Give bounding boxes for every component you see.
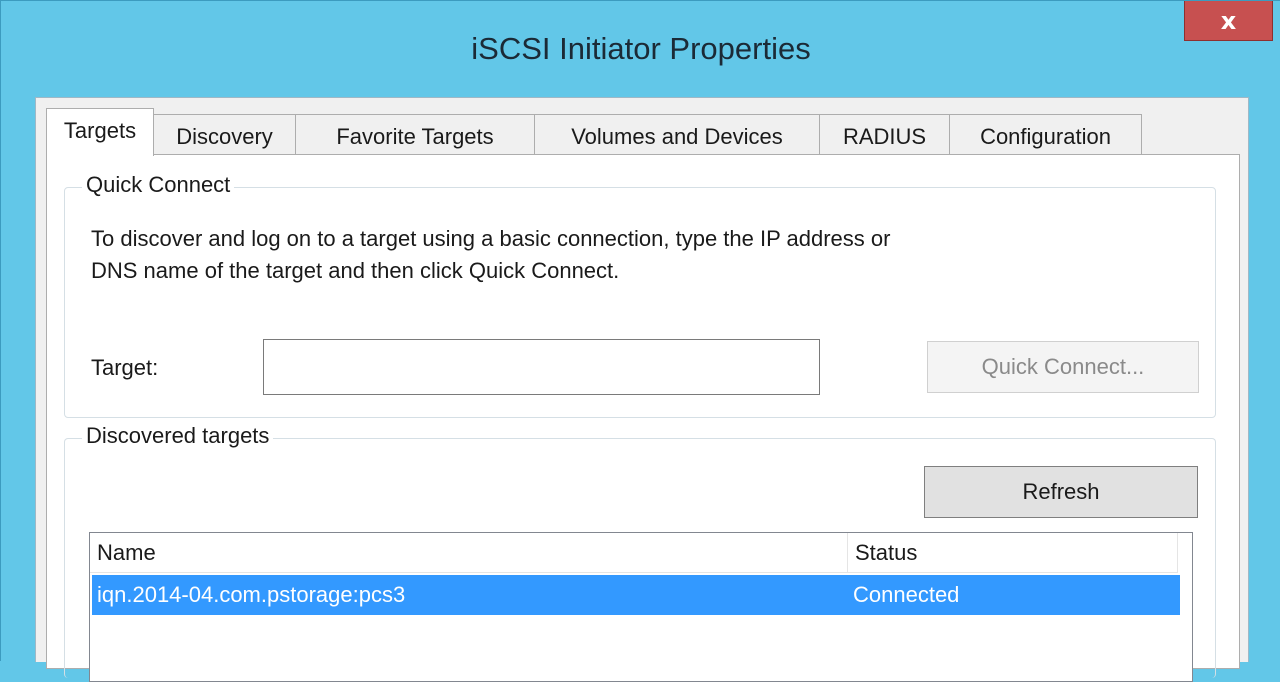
dialog-client-area: Targets Discovery Favorite Targets Volum… [35,97,1249,682]
tab-discovery[interactable]: Discovery [153,114,296,154]
quick-connect-description-line1: To discover and log on to a target using… [91,226,891,251]
tab-favorite-targets[interactable]: Favorite Targets [295,114,535,154]
tab-volumes-and-devices[interactable]: Volumes and Devices [534,114,820,154]
targets-tab-pane: Quick Connect To discover and log on to … [46,154,1240,682]
column-header-name[interactable]: Name [90,533,848,573]
quick-connect-button[interactable]: Quick Connect... [927,341,1199,393]
column-header-status[interactable]: Status [848,533,1178,573]
close-button[interactable]: x [1184,1,1273,41]
quick-connect-group-title: Quick Connect [82,172,235,198]
tab-radius[interactable]: RADIUS [819,114,950,154]
table-row[interactable]: iqn.2014-04.com.pstorage:pcs3 Connected [92,575,1180,615]
refresh-button[interactable]: Refresh [924,466,1198,518]
target-field-label: Target: [91,355,159,380]
dialog-window: iSCSI Initiator Properties x Targets Dis… [0,0,1280,682]
tab-targets[interactable]: Targets [46,108,154,156]
target-input[interactable] [263,339,820,395]
discovered-targets-group-title: Discovered targets [82,423,274,449]
tab-configuration[interactable]: Configuration [949,114,1142,154]
window-title: iSCSI Initiator Properties [471,31,811,66]
target-name-cell: iqn.2014-04.com.pstorage:pcs3 [97,582,406,607]
quick-connect-description-line2: DNS name of the target and then click Qu… [91,258,620,283]
discovered-targets-list[interactable]: Name Status iqn.2014-04.com.pstorage:pcs… [89,532,1193,682]
target-status-cell: Connected [853,582,960,607]
